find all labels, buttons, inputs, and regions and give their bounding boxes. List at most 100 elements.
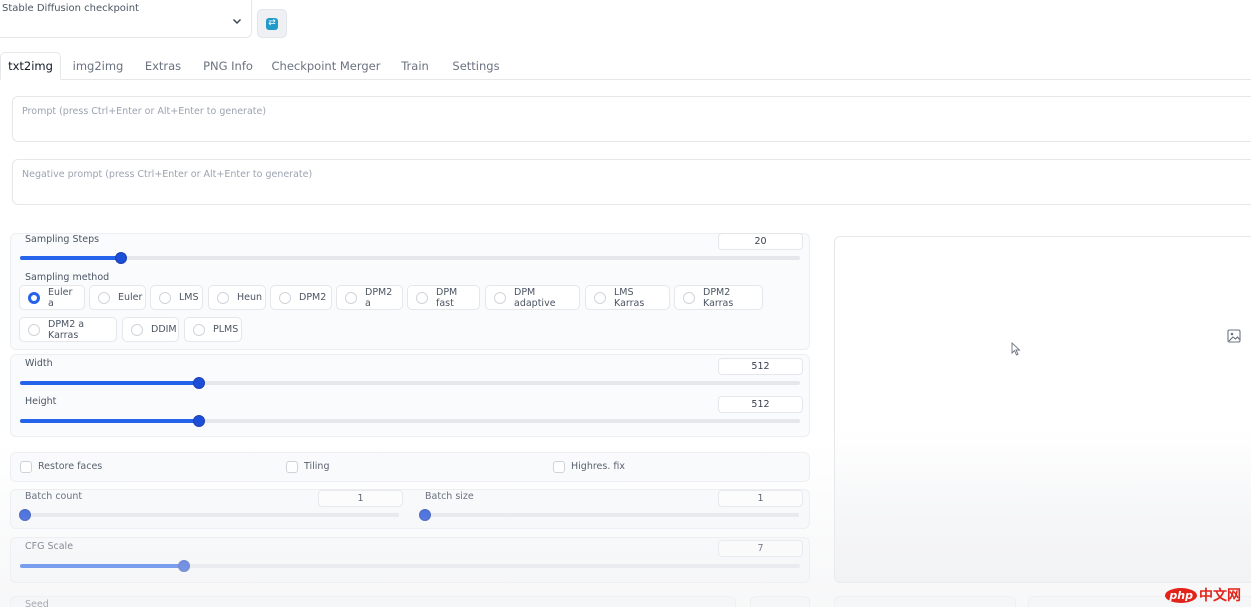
width-input[interactable]: 512 (718, 358, 803, 375)
options-panel (10, 452, 810, 482)
radio-dot (594, 291, 606, 304)
width-slider[interactable] (20, 377, 800, 389)
prompt-input[interactable]: Prompt (press Ctrl+Enter or Alt+Enter to… (12, 96, 1251, 142)
radio-dot (98, 291, 110, 304)
radio-dot (494, 291, 506, 304)
batch-count-label: Batch count (25, 491, 83, 502)
radio-label: DPM2 Karras (703, 286, 734, 309)
tab-img2img[interactable]: img2img (66, 52, 130, 80)
dimensions-panel (10, 354, 810, 437)
radio-dot (683, 291, 695, 304)
tab-train[interactable]: Train (393, 52, 437, 80)
radio-dot (217, 291, 229, 304)
batch-size-label: Batch size (425, 491, 474, 502)
radio-label: DPM2 a Karras (48, 318, 85, 341)
radio-lms[interactable]: LMS (150, 285, 203, 310)
radio-dot (279, 291, 291, 304)
cfg-scale-slider[interactable] (20, 560, 800, 572)
seed-panel (10, 596, 736, 607)
seed-label: Seed (25, 599, 49, 607)
checkpoint-label: Stable Diffusion checkpoint (2, 3, 139, 14)
output-gallery (834, 236, 1251, 583)
tab-settings[interactable]: Settings (446, 52, 506, 80)
tab-txt2img[interactable]: txt2img (0, 52, 61, 80)
radio-dot (28, 323, 40, 336)
sampling-steps-fill (20, 256, 122, 260)
radio-label: Heun (237, 292, 263, 303)
radio-label: DPM2 a (365, 286, 393, 309)
generate-area-left (834, 596, 1016, 607)
radio-plms[interactable]: PLMS (184, 317, 242, 342)
radio-dot (28, 291, 40, 304)
batch-size-thumb[interactable] (419, 509, 431, 521)
width-label: Width (25, 358, 53, 369)
chevron-down-icon[interactable] (232, 16, 242, 26)
batch-count-input[interactable]: 1 (318, 490, 403, 507)
radio-dpm2[interactable]: DPM2 (270, 285, 332, 310)
radio-dot (159, 291, 171, 304)
radio-label: DPM fast (436, 286, 458, 309)
restore-faces-checkbox[interactable] (20, 461, 32, 473)
radio-label: LMS (179, 292, 199, 303)
cursor-icon (1011, 342, 1021, 356)
sampling-steps-slider[interactable] (20, 252, 800, 264)
radio-heun[interactable]: Heun (208, 285, 266, 310)
restore-faces-label: Restore faces (38, 461, 103, 472)
highres-fix-label: Highres. fix (571, 461, 625, 472)
watermark: php 中文网 (1165, 585, 1241, 605)
seed-extra-panel (750, 596, 810, 607)
radio-euler-a[interactable]: Euler a (19, 285, 85, 310)
radio-dot (345, 291, 357, 304)
batch-size-slider[interactable] (419, 509, 799, 521)
cfg-scale-label: CFG Scale (25, 541, 74, 552)
radio-label: PLMS (213, 324, 239, 335)
sampling-method-label: Sampling method (25, 272, 110, 283)
negative-prompt-placeholder: Negative prompt (press Ctrl+Enter or Alt… (22, 169, 313, 180)
negative-prompt-input[interactable]: Negative prompt (press Ctrl+Enter or Alt… (12, 159, 1251, 205)
height-label: Height (25, 396, 57, 407)
watermark-brand: php (1165, 587, 1197, 603)
radio-dot (131, 323, 143, 336)
radio-dpm-adaptive[interactable]: DPM adaptive (485, 285, 580, 310)
watermark-text: 中文网 (1199, 588, 1241, 604)
refresh-icon: ⇄ (266, 17, 278, 30)
prompt-placeholder: Prompt (press Ctrl+Enter or Alt+Enter to… (22, 106, 267, 117)
radio-label: DDIM (151, 324, 177, 335)
sampling-steps-input[interactable]: 20 (718, 233, 803, 250)
cfg-scale-thumb[interactable] (177, 560, 190, 572)
image-icon (1227, 329, 1241, 343)
tab-png-info[interactable]: PNG Info (198, 52, 258, 80)
cfg-scale-fill (20, 564, 184, 568)
batch-count-slider[interactable] (19, 509, 399, 521)
batch-panel (10, 489, 810, 529)
radio-label: DPM2 (299, 292, 327, 303)
sampling-steps-label: Sampling Steps (25, 234, 100, 245)
radio-dpm-fast[interactable]: DPM fast (407, 285, 480, 310)
tiling-checkbox[interactable] (286, 461, 298, 473)
height-slider[interactable] (20, 415, 800, 427)
tiling-label: Tiling (304, 461, 330, 472)
height-fill (20, 419, 200, 423)
radio-label: LMS Karras (614, 286, 645, 309)
batch-size-input[interactable]: 1 (718, 490, 803, 507)
radio-ddim[interactable]: DDIM (122, 317, 179, 342)
cfg-scale-input[interactable]: 7 (718, 540, 803, 557)
radio-dpm2-karras[interactable]: DPM2 Karras (674, 285, 763, 310)
radio-label: DPM adaptive (514, 286, 556, 309)
cfg-panel (10, 537, 810, 583)
radio-dot (193, 323, 205, 336)
radio-euler[interactable]: Euler (89, 285, 146, 310)
radio-dpm2-a[interactable]: DPM2 a (336, 285, 403, 310)
height-input[interactable]: 512 (718, 396, 803, 413)
radio-label: Euler a (48, 286, 73, 309)
radio-lms-karras[interactable]: LMS Karras (585, 285, 670, 310)
radio-dot (416, 291, 428, 304)
radio-label: Euler (118, 292, 143, 303)
width-fill (20, 381, 200, 385)
tab-checkpoint-merger[interactable]: Checkpoint Merger (268, 52, 384, 80)
highres-fix-checkbox[interactable] (553, 461, 565, 473)
batch-count-thumb[interactable] (19, 509, 31, 521)
radio-dpm2-a-karras[interactable]: DPM2 a Karras (19, 317, 117, 342)
refresh-checkpoint-button[interactable]: ⇄ (257, 9, 287, 38)
tab-extras[interactable]: Extras (137, 52, 189, 80)
